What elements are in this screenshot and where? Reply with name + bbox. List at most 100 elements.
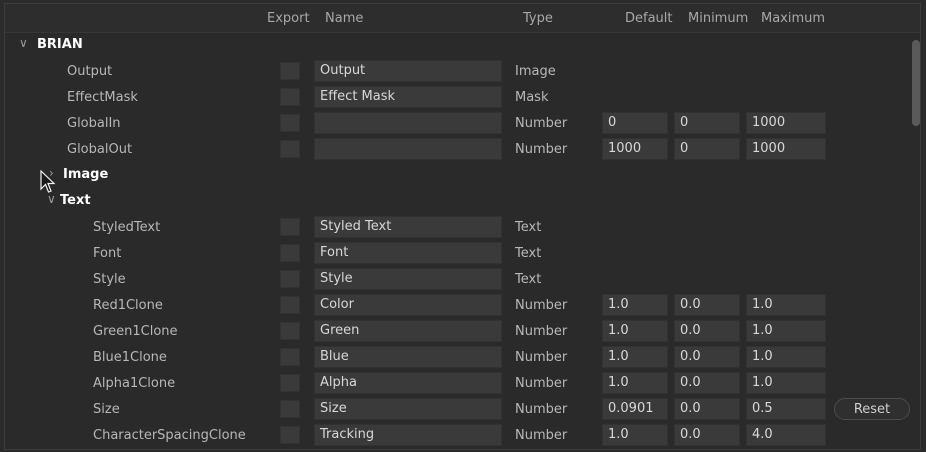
control-label: CharacterSpacingClone — [93, 428, 246, 443]
export-checkbox[interactable] — [280, 374, 300, 392]
control-row-characterspacingclone: CharacterSpacingClone Tracking Number 1.… — [5, 422, 910, 448]
minimum-field[interactable]: 0.0 — [674, 320, 740, 342]
chevron-down-icon[interactable]: ∨ — [47, 192, 56, 206]
control-label: Green1Clone — [93, 324, 178, 339]
name-field[interactable]: Output — [314, 60, 502, 82]
header-minimum[interactable]: Minimum — [688, 11, 748, 26]
export-checkbox[interactable] — [280, 400, 300, 418]
maximum-field[interactable]: 1.0 — [746, 372, 826, 394]
vertical-scrollbar[interactable] — [912, 40, 920, 126]
export-checkbox[interactable] — [280, 88, 300, 106]
minimum-field[interactable]: 0.0 — [674, 398, 740, 420]
export-checkbox[interactable] — [280, 426, 300, 444]
header-name[interactable]: Name — [325, 11, 363, 26]
name-field[interactable]: Style — [314, 268, 502, 290]
control-label: EffectMask — [67, 90, 138, 105]
export-checkbox[interactable] — [280, 62, 300, 80]
name-field[interactable]: Size — [314, 398, 502, 420]
type-label: Text — [515, 220, 542, 235]
maximum-field[interactable]: 1.0 — [746, 294, 826, 316]
name-field[interactable] — [314, 112, 502, 134]
maximum-field[interactable]: 1.0 — [746, 346, 826, 368]
maximum-field[interactable]: 4.0 — [746, 424, 826, 446]
header-default[interactable]: Default — [625, 11, 673, 26]
name-field[interactable]: Styled Text — [314, 216, 502, 238]
type-label: Number — [515, 142, 568, 157]
minimum-field[interactable]: 0 — [674, 112, 740, 134]
type-label: Number — [515, 402, 568, 417]
export-checkbox[interactable] — [280, 296, 300, 314]
minimum-field[interactable]: 0.0 — [674, 424, 740, 446]
default-field[interactable]: 1.0 — [602, 294, 668, 316]
subgroup-label: Image — [63, 167, 109, 182]
default-field[interactable]: 1000 — [602, 138, 668, 160]
control-row-alpha1clone: Alpha1Clone Alpha Number 1.0 0.0 1.0 — [5, 370, 910, 396]
group-label: BRIAN — [37, 37, 83, 52]
name-field[interactable]: Green — [314, 320, 502, 342]
subgroup-row-image[interactable]: › Image — [5, 162, 910, 188]
default-field[interactable]: 0 — [602, 112, 668, 134]
subgroup-label: Text — [60, 193, 91, 208]
type-label: Number — [515, 376, 568, 391]
header-maximum[interactable]: Maximum — [761, 11, 825, 26]
type-label: Text — [515, 246, 542, 261]
control-label: Output — [67, 64, 113, 79]
name-field[interactable]: Blue — [314, 346, 502, 368]
type-label: Number — [515, 298, 568, 313]
control-row-output: Output Output Image — [5, 58, 910, 84]
control-label: Size — [93, 402, 120, 417]
minimum-field[interactable]: 0.0 — [674, 346, 740, 368]
control-label: Red1Clone — [93, 298, 163, 313]
control-row-globalout: GlobalOut Number 1000 0 1000 — [5, 136, 910, 162]
maximum-field[interactable]: 1000 — [746, 138, 826, 160]
maximum-field[interactable]: 1000 — [746, 112, 826, 134]
minimum-field[interactable]: 0.0 — [674, 372, 740, 394]
control-label: GlobalIn — [67, 116, 121, 131]
name-field[interactable]: Tracking — [314, 424, 502, 446]
default-field[interactable]: 1.0 — [602, 320, 668, 342]
default-field[interactable]: 1.0 — [602, 424, 668, 446]
control-row-globalin: GlobalIn Number 0 0 1000 — [5, 110, 910, 136]
default-field[interactable]: 1.0 — [602, 372, 668, 394]
control-row-size: Size Size Number 0.0901 0.0 0.5 Reset — [5, 396, 910, 422]
maximum-field[interactable]: 0.5 — [746, 398, 826, 420]
control-label: StyledText — [93, 220, 161, 235]
default-field[interactable]: 0.0901 — [602, 398, 668, 420]
export-checkbox[interactable] — [280, 322, 300, 340]
group-row-brian[interactable]: ∨ BRIAN — [5, 32, 910, 58]
control-label: Style — [93, 272, 126, 287]
export-checkbox[interactable] — [280, 244, 300, 262]
type-label: Text — [515, 272, 542, 287]
name-field[interactable]: Effect Mask — [314, 86, 502, 108]
type-label: Number — [515, 428, 568, 443]
name-field[interactable]: Color — [314, 294, 502, 316]
minimum-field[interactable]: 0.0 — [674, 294, 740, 316]
reset-button[interactable]: Reset — [834, 398, 910, 420]
header-type[interactable]: Type — [523, 11, 553, 26]
type-label: Image — [515, 64, 556, 79]
name-field[interactable] — [314, 138, 502, 160]
chevron-down-icon[interactable]: ∨ — [19, 36, 28, 50]
minimum-field[interactable]: 0 — [674, 138, 740, 160]
subgroup-row-text[interactable]: ∨ Text — [5, 188, 910, 214]
export-checkbox[interactable] — [280, 114, 300, 132]
export-checkbox[interactable] — [280, 140, 300, 158]
control-label: GlobalOut — [67, 142, 133, 157]
control-row-red1clone: Red1Clone Color Number 1.0 0.0 1.0 — [5, 292, 910, 318]
control-label: Blue1Clone — [93, 350, 167, 365]
export-checkbox[interactable] — [280, 270, 300, 288]
name-field[interactable]: Alpha — [314, 372, 502, 394]
control-row-green1clone: Green1Clone Green Number 1.0 0.0 1.0 — [5, 318, 910, 344]
mouse-pointer-icon — [40, 170, 56, 193]
export-checkbox[interactable] — [280, 218, 300, 236]
control-row-font: Font Font Text — [5, 240, 910, 266]
controls-list: ∨ BRIAN Output Output Image EffectMask E… — [5, 32, 910, 448]
default-field[interactable]: 1.0 — [602, 346, 668, 368]
type-label: Number — [515, 116, 568, 131]
control-row-effectmask: EffectMask Effect Mask Mask — [5, 84, 910, 110]
name-field[interactable]: Font — [314, 242, 502, 264]
maximum-field[interactable]: 1.0 — [746, 320, 826, 342]
export-checkbox[interactable] — [280, 348, 300, 366]
header-export[interactable]: Export — [267, 11, 310, 26]
publish-controls-panel: Export Name Type Default Minimum Maximum… — [4, 3, 921, 450]
